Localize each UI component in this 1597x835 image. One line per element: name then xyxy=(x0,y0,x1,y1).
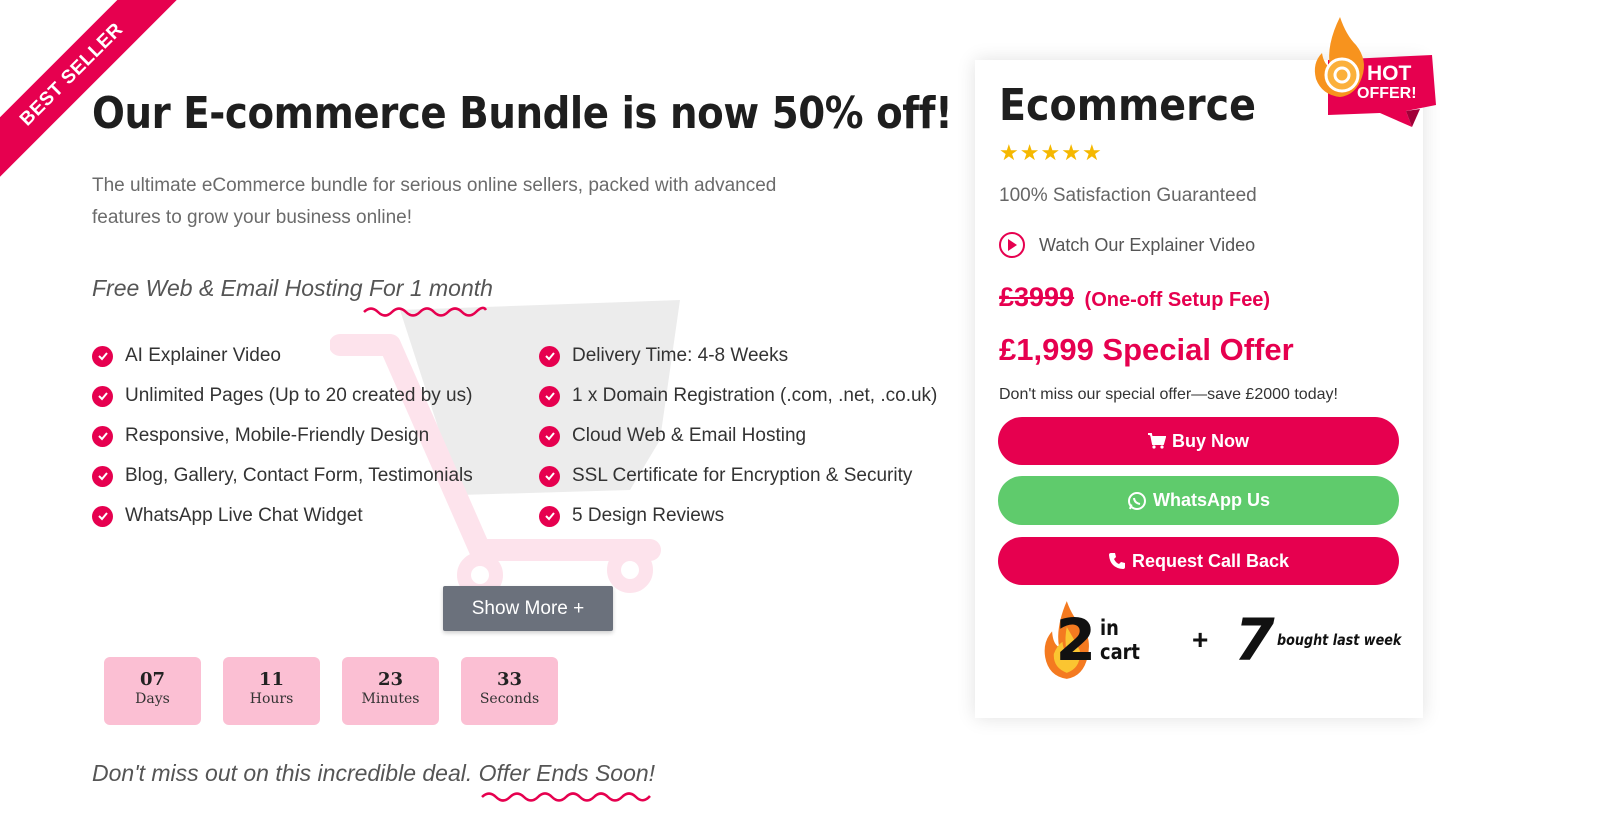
phone-icon xyxy=(1108,553,1125,569)
feature-item: AI Explainer Video xyxy=(92,336,473,376)
cart-icon xyxy=(1147,433,1166,449)
check-icon xyxy=(539,505,560,527)
countdown-label: Hours xyxy=(249,691,294,707)
hosting-underline-squiggle xyxy=(363,306,488,317)
page-headline: Our E-commerce Bundle is now 50% off! xyxy=(92,88,953,139)
feature-label: 5 Design Reviews xyxy=(572,505,725,526)
old-price: £3999 xyxy=(999,282,1075,312)
feature-item: Delivery Time: 4-8 Weeks xyxy=(539,336,937,376)
explainer-video-link[interactable]: Watch Our Explainer Video xyxy=(999,232,1255,258)
countdown-label: Seconds xyxy=(479,691,540,707)
countdown-days: 07 Days xyxy=(104,657,201,725)
setup-fee-label: (One-off Setup Fee) xyxy=(1084,289,1271,311)
whatsapp-label: WhatsApp Us xyxy=(1153,490,1270,510)
satisfaction-guarantee: 100% Satisfaction Guaranteed xyxy=(999,185,1257,206)
feature-label: 1 x Domain Registration (.com, .net, .co… xyxy=(572,385,938,406)
hot-label: HOT xyxy=(1367,62,1412,85)
countdown-label: Minutes xyxy=(361,691,420,707)
special-offer-price: £1,999 Special Offer xyxy=(999,332,1294,367)
check-icon xyxy=(92,425,113,447)
offer-label: OFFER! xyxy=(1357,85,1417,102)
card-title: Ecommerce xyxy=(999,80,1256,131)
feature-item: WhatsApp Live Chat Widget xyxy=(92,496,473,536)
offer-ends-text: Don't miss out on this incredible deal. … xyxy=(92,760,656,786)
request-call-back-button[interactable]: Request Call Back xyxy=(998,537,1399,585)
feature-label: SSL Certificate for Encryption & Securit… xyxy=(572,465,913,486)
buy-now-label: Buy Now xyxy=(1171,430,1249,451)
feature-label: AI Explainer Video xyxy=(125,345,281,366)
check-icon xyxy=(92,465,113,487)
check-icon xyxy=(539,385,560,407)
whatsapp-button[interactable]: WhatsApp Us xyxy=(998,476,1399,525)
countdown-timer: 07 Days 11 Hours 23 Minutes 33 Seconds xyxy=(104,657,558,725)
check-icon xyxy=(539,425,560,447)
star-icon: ★ xyxy=(1040,140,1062,165)
feature-item: 1 x Domain Registration (.com, .net, .co… xyxy=(539,376,937,416)
feature-label: Delivery Time: 4-8 Weeks xyxy=(572,345,789,366)
callback-label: Request Call Back xyxy=(1131,550,1290,571)
hot-offer-badge: HOT OFFER! xyxy=(1310,15,1440,135)
offer-underline-squiggle xyxy=(481,792,651,802)
rating-stars: ★★★★★ xyxy=(999,140,1103,166)
feature-label: Blog, Gallery, Contact Form, Testimonial… xyxy=(125,465,473,486)
check-icon xyxy=(92,505,113,527)
countdown-value: 33 xyxy=(496,669,523,690)
bought-count: 7 xyxy=(1234,606,1275,674)
plus-sign: + xyxy=(1191,624,1209,655)
countdown-value: 07 xyxy=(139,669,166,690)
star-icon: ★ xyxy=(1061,140,1082,165)
countdown-hours: 11 Hours xyxy=(223,657,320,725)
pricing-card: Ecommerce ★★★★★ 100% Satisfaction Guaran… xyxy=(975,60,1423,718)
bought-label: bought last week xyxy=(1276,631,1402,649)
cart-stats: 2 in cart + 7 bought last week xyxy=(1040,590,1423,690)
feature-item: 5 Design Reviews xyxy=(539,496,937,536)
countdown-label: Days xyxy=(135,691,170,707)
countdown-minutes: 23 Minutes xyxy=(342,657,439,725)
feature-list-left: AI Explainer Video Unlimited Pages (Up t… xyxy=(92,336,473,536)
feature-item: Cloud Web & Email Hosting xyxy=(539,416,937,456)
feature-label: WhatsApp Live Chat Widget xyxy=(125,505,363,526)
star-icon: ★ xyxy=(1081,140,1103,165)
countdown-value: 11 xyxy=(258,669,285,690)
countdown-seconds: 33 Seconds xyxy=(461,657,558,725)
savings-note: Don't miss our special offer—save £2000 … xyxy=(999,386,1338,403)
hero-subtitle: The ultimate eCommerce bundle for seriou… xyxy=(92,175,777,228)
star-icon: ★ xyxy=(999,140,1020,165)
video-link-label: Watch Our Explainer Video xyxy=(1039,234,1256,255)
check-icon xyxy=(539,465,560,487)
in-cart-count: 2 xyxy=(1055,606,1096,674)
old-price-row: £3999 (One-off Setup Fee) xyxy=(999,282,1270,313)
check-icon xyxy=(92,345,113,367)
check-icon xyxy=(92,385,113,407)
feature-list-right: Delivery Time: 4-8 Weeks 1 x Domain Regi… xyxy=(539,336,937,536)
in-cart-label: in cart xyxy=(1099,616,1140,664)
feature-label: Responsive, Mobile-Friendly Design xyxy=(125,425,430,446)
whatsapp-icon xyxy=(1128,491,1146,510)
star-icon: ★ xyxy=(1019,140,1041,165)
play-icon xyxy=(999,232,1025,258)
buy-now-button[interactable]: Buy Now xyxy=(998,417,1399,465)
feature-item: Responsive, Mobile-Friendly Design xyxy=(92,416,473,456)
feature-label: Unlimited Pages (Up to 20 created by us) xyxy=(125,385,473,406)
show-more-button[interactable]: Show More + xyxy=(443,586,613,631)
feature-item: SSL Certificate for Encryption & Securit… xyxy=(539,456,937,496)
feature-item: Unlimited Pages (Up to 20 created by us) xyxy=(92,376,473,416)
hosting-offer: Free Web & Email Hosting For 1 month xyxy=(92,275,493,301)
feature-item: Blog, Gallery, Contact Form, Testimonial… xyxy=(92,456,473,496)
check-icon xyxy=(539,345,560,367)
countdown-value: 23 xyxy=(377,669,404,690)
feature-label: Cloud Web & Email Hosting xyxy=(572,425,807,446)
